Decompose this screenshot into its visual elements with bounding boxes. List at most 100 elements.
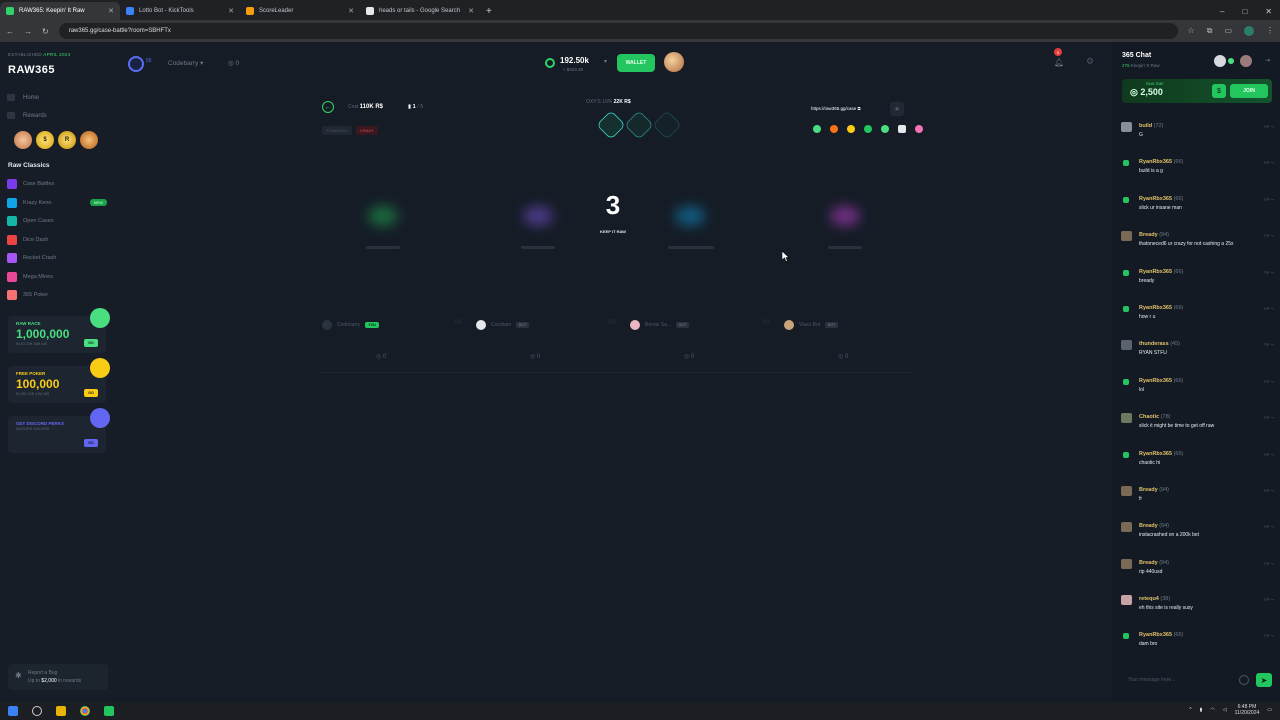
game-link[interactable]: Mega Mines	[7, 271, 107, 282]
online-user-avatar[interactable]	[1214, 55, 1226, 67]
online-user-avatar[interactable]	[1240, 55, 1252, 67]
sidepanel-icon[interactable]: ▭	[1224, 26, 1232, 36]
badge-avatar-icon[interactable]	[14, 131, 32, 149]
game-link[interactable]: Case Battles	[7, 179, 107, 189]
chat-avatar[interactable]	[1121, 595, 1132, 606]
wifi-icon[interactable]: ◠	[1210, 707, 1214, 713]
chat-actions[interactable]: TIP ↪	[1263, 270, 1274, 275]
close-tab-icon[interactable]: ✕	[108, 7, 114, 15]
send-button[interactable]: ➤	[1256, 673, 1272, 687]
chat-actions[interactable]: TIP ↪	[1263, 415, 1274, 420]
case-hex-icon[interactable]	[624, 110, 654, 140]
file-explorer-icon[interactable]	[56, 706, 66, 716]
browser-tab[interactable]: RAW365: Keepin' It Raw ✕	[0, 2, 120, 20]
favorite-star-icon[interactable]: ★	[890, 102, 904, 116]
promo-go-button[interactable]: GO	[84, 339, 98, 347]
username-dropdown[interactable]: Codebarry ▾	[168, 59, 203, 67]
tray-chevron-icon[interactable]: ^	[1189, 707, 1191, 713]
chat-actions[interactable]: TIP ↪	[1263, 160, 1274, 165]
case-icon[interactable]	[881, 125, 889, 133]
chat-actions[interactable]: TIP ↪	[1263, 379, 1274, 384]
back-arrow-icon[interactable]: ←	[322, 101, 334, 113]
tip-rain-icon[interactable]: $	[1212, 84, 1226, 98]
battery-icon[interactable]: ▮	[1200, 707, 1203, 713]
nav-rewards[interactable]: Rewards	[7, 112, 47, 119]
chat-user[interactable]: RyanRbx365 (66)	[1139, 266, 1280, 275]
chat-user[interactable]: build (72)	[1139, 120, 1280, 129]
browser-menu-icon[interactable]: ⋮	[1266, 26, 1274, 36]
promo-go-button[interactable]: GO	[84, 439, 98, 447]
browser-tab[interactable]: ScoreLeader ✕	[240, 2, 360, 20]
case-icon[interactable]	[813, 125, 821, 133]
notifications-icon[interactable]: ▭	[1267, 707, 1272, 713]
browser-tab[interactable]: heads or tails - Google Search ✕	[360, 2, 480, 20]
chat-avatar[interactable]	[1123, 633, 1129, 640]
chat-avatar[interactable]	[1123, 269, 1129, 276]
chat-user[interactable]: Bready (94)	[1139, 229, 1280, 238]
case-hex-icon[interactable]	[596, 110, 626, 140]
player-slot[interactable]: Vlaxx Bot BOT	[784, 320, 839, 330]
promo-card[interactable]: FREE POKER 100,000 IN 13D 20H 41M 18S GO	[8, 358, 110, 403]
chat-actions[interactable]: TIP ↪	[1263, 233, 1274, 238]
case-hex-icon[interactable]	[652, 110, 682, 140]
chat-avatar[interactable]	[1121, 558, 1132, 569]
player-slot[interactable]: Codebarry YOU	[322, 320, 379, 330]
chat-user[interactable]: RyanRbx365 (66)	[1139, 193, 1280, 202]
minimize-icon[interactable]: –	[1220, 7, 1224, 16]
player-slot[interactable]: Coodiam BOT	[476, 320, 530, 330]
app-icon[interactable]	[104, 706, 114, 716]
chat-avatar[interactable]	[1123, 378, 1129, 385]
bookmark-star-icon[interactable]: ☆	[1188, 26, 1195, 36]
volume-icon[interactable]: ◁	[1223, 707, 1227, 713]
chat-actions[interactable]: TIP ↪	[1263, 342, 1274, 347]
promo-go-button[interactable]: GO	[84, 389, 98, 397]
promo-card[interactable]: GET DISCORD PERKS DISCORD DISCORD GO	[8, 408, 110, 453]
site-logo[interactable]: RAW365	[8, 64, 55, 76]
maximize-icon[interactable]: □	[1242, 7, 1247, 16]
case-icon[interactable]	[898, 125, 906, 133]
chat-actions[interactable]: TIP ↪	[1263, 524, 1274, 529]
clock[interactable]: 6:48 PM 11/20/2024	[1235, 704, 1260, 716]
chat-avatar[interactable]	[1121, 485, 1132, 496]
chat-avatar[interactable]	[1121, 340, 1132, 351]
chat-avatar[interactable]	[1121, 122, 1132, 132]
emoji-icon[interactable]	[1239, 675, 1249, 685]
chat-actions[interactable]: TIP ↪	[1263, 452, 1274, 457]
chat-user[interactable]: RyanRbx365 (66)	[1139, 448, 1280, 457]
case-icon[interactable]	[830, 125, 838, 133]
chat-avatar[interactable]	[1123, 305, 1129, 312]
chat-avatar[interactable]	[1123, 196, 1129, 203]
case-icon[interactable]	[847, 125, 855, 133]
game-link[interactable]: 365 Poker	[7, 290, 107, 300]
back-icon[interactable]: ←	[6, 27, 14, 36]
chat-user[interactable]: Bready (94)	[1139, 520, 1280, 529]
browser-tab[interactable]: Lotto Bot - KickTools ✕	[120, 2, 240, 20]
url-field[interactable]: raw365.gg/case-battle?room=SBHFTx	[58, 23, 1178, 39]
close-tab-icon[interactable]: ✕	[468, 7, 474, 15]
nav-home[interactable]: Home	[7, 94, 39, 101]
wallet-button[interactable]: WALLET	[617, 54, 655, 72]
reload-icon[interactable]: ↻	[42, 27, 49, 36]
start-icon[interactable]	[8, 706, 18, 716]
chat-avatar[interactable]	[1121, 231, 1132, 242]
profile-avatar[interactable]	[1244, 26, 1254, 36]
close-window-icon[interactable]: ✕	[1265, 7, 1272, 16]
extensions-icon[interactable]: ⧉	[1207, 26, 1213, 36]
chat-user[interactable]: thunderass (45)	[1139, 338, 1280, 347]
chat-actions[interactable]: TIP ↪	[1263, 597, 1274, 602]
balance-dropdown-icon[interactable]: ▾	[604, 58, 607, 65]
forward-icon[interactable]: →	[24, 27, 32, 36]
chat-avatar[interactable]	[1121, 413, 1132, 424]
gear-icon[interactable]: ⚙	[1086, 56, 1094, 67]
user-avatar[interactable]	[664, 52, 684, 72]
chat-actions[interactable]: TIP ↪	[1263, 124, 1274, 129]
badge-chest-icon[interactable]	[80, 131, 98, 149]
chat-user[interactable]: Bready (94)	[1139, 484, 1280, 493]
report-bug-card[interactable]: ✱ Report a Bug Up to $2,000 in rewards	[8, 664, 108, 690]
chat-actions[interactable]: TIP ↪	[1263, 561, 1274, 566]
chat-user[interactable]: retequ4 (38)	[1139, 593, 1280, 602]
game-link[interactable]: Krazy Keno NEW	[7, 197, 107, 208]
chat-avatar[interactable]	[1123, 451, 1129, 458]
new-tab-button[interactable]: +	[480, 6, 498, 20]
chat-user[interactable]: RyanRbx365 (66)	[1139, 156, 1280, 165]
